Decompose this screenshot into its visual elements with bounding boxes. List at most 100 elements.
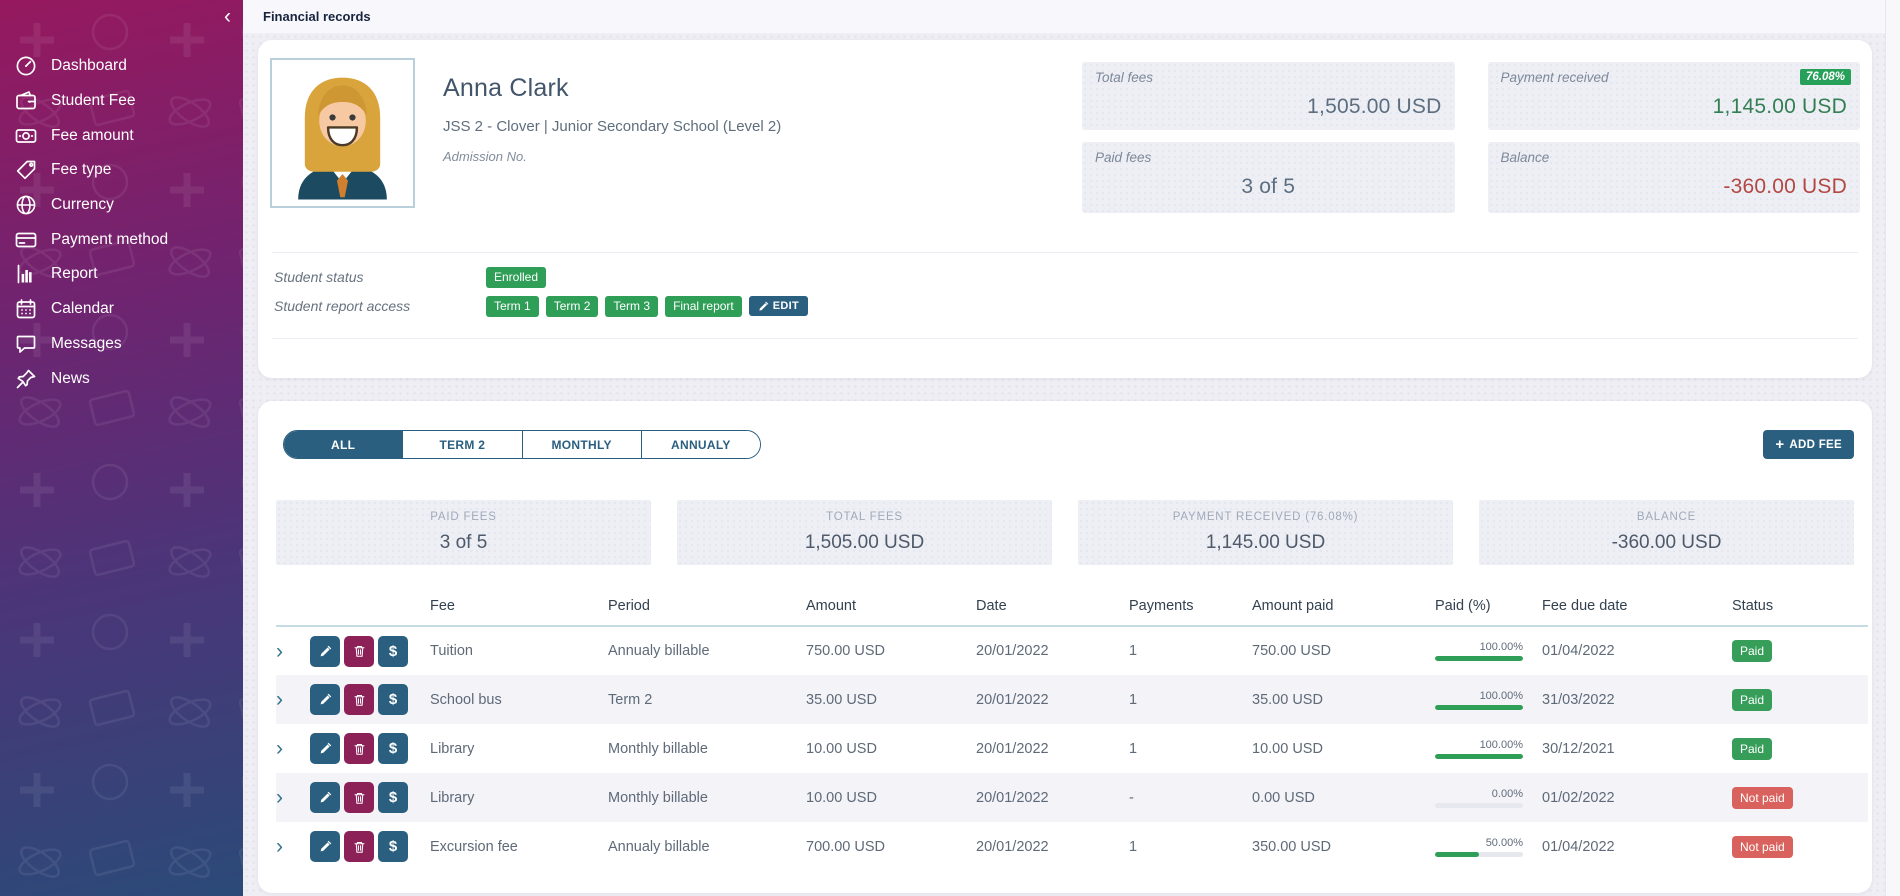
col-payments: Payments (1129, 598, 1252, 626)
table-header-row: Fee Period Amount Date Payments Amount p… (276, 598, 1868, 626)
cell-amount-paid: 750.00 USD (1252, 626, 1417, 675)
sidebar-collapse-button[interactable]: ‹ (224, 6, 231, 27)
sidebar-item-messages[interactable]: Messages (0, 327, 243, 362)
cell-fee-due-date: 01/04/2022 (1542, 626, 1732, 675)
cell-period: Term 2 (608, 675, 806, 724)
sidebar-item-fee-type[interactable]: Fee type (0, 153, 243, 188)
add-fee-button[interactable]: + ADD FEE (1763, 430, 1854, 459)
stat-card-total-fees: TOTAL FEES1,505.00 USD (677, 500, 1052, 565)
total-fees-card: Total fees 1,505.00 USD (1082, 62, 1455, 130)
trash-icon (353, 742, 366, 756)
fee-table-row: › $ Library Monthly billable 10.00 USD 2… (276, 724, 1868, 773)
dollar-icon: $ (389, 643, 397, 660)
payment-button[interactable]: $ (378, 733, 408, 764)
cell-amount: 35.00 USD (806, 675, 976, 724)
sidebar-item-student-fee[interactable]: Student Fee (0, 84, 243, 119)
cell-amount: 10.00 USD (806, 724, 976, 773)
page-title: Financial records (263, 9, 371, 24)
sidebar-item-currency[interactable]: Currency (0, 188, 243, 223)
pencil-icon (319, 791, 332, 804)
divider (272, 338, 1858, 339)
col-fee-due-date: Fee due date (1542, 598, 1732, 626)
calendar-icon (14, 297, 38, 321)
edit-report-access-button[interactable]: EDIT (749, 296, 808, 316)
tab-monthly[interactable]: MONTHLY (522, 431, 641, 458)
cell-fee-due-date: 01/02/2022 (1542, 773, 1732, 822)
fees-table: Fee Period Amount Date Payments Amount p… (276, 598, 1868, 871)
cell-payments: - (1129, 773, 1252, 822)
sidebar-item-label: Currency (51, 196, 114, 214)
paid-percent-label: 50.00% (1417, 837, 1523, 849)
stat-card-payment-received-76-08-: PAYMENT RECEIVED (76.08%)1,145.00 USD (1078, 500, 1453, 565)
stat-card-balance: BALANCE-360.00 USD (1479, 500, 1854, 565)
paid-percent-label: 100.00% (1417, 690, 1523, 702)
payment-button[interactable]: $ (378, 782, 408, 813)
edit-fee-button[interactable] (310, 831, 340, 862)
cell-amount-paid: 350.00 USD (1252, 822, 1417, 871)
row-expand-chevron-icon[interactable]: › (276, 787, 283, 808)
money-icon (14, 124, 38, 148)
total-fees-label: Total fees (1095, 70, 1442, 85)
sidebar-item-dashboard[interactable]: Dashboard (0, 49, 243, 84)
cell-date: 20/01/2022 (976, 724, 1129, 773)
tab-term-2[interactable]: TERM 2 (402, 431, 521, 458)
delete-fee-button[interactable] (344, 782, 374, 813)
paid-fees-value: 3 of 5 (1095, 175, 1442, 199)
cell-fee: Library (430, 724, 608, 773)
fee-summary-grid: Total fees 1,505.00 USD Payment received… (1082, 62, 1860, 252)
tab-all[interactable]: ALL (284, 431, 402, 458)
report-access-label: Student report access (274, 298, 486, 314)
pencil-icon (758, 301, 769, 312)
sidebar-item-calendar[interactable]: Calendar (0, 292, 243, 327)
paid-fees-label: Paid fees (1095, 150, 1442, 165)
delete-fee-button[interactable] (344, 684, 374, 715)
dollar-icon: $ (389, 740, 397, 757)
total-fees-value: 1,505.00 USD (1095, 95, 1442, 119)
report-access-badge-term-1: Term 1 (486, 296, 539, 317)
cell-date: 20/01/2022 (976, 773, 1129, 822)
cell-period: Monthly billable (608, 724, 806, 773)
cell-payments: 1 (1129, 724, 1252, 773)
trash-icon (353, 840, 366, 854)
fee-table-row: › $ Tuition Annualy billable 750.00 USD … (276, 626, 1868, 675)
edit-fee-button[interactable] (310, 782, 340, 813)
cell-date: 20/01/2022 (976, 626, 1129, 675)
top-header-bar: Financial records (243, 0, 1900, 33)
payment-button[interactable]: $ (378, 684, 408, 715)
payment-button[interactable]: $ (378, 636, 408, 667)
status-badge: Paid (1732, 640, 1772, 662)
paid-progress-bar (1435, 852, 1523, 857)
cell-fee: Tuition (430, 626, 608, 675)
delete-fee-button[interactable] (344, 733, 374, 764)
tab-annualy[interactable]: ANNUALY (641, 431, 760, 458)
scrollbar-track[interactable] (1885, 0, 1900, 896)
sidebar-item-news[interactable]: News (0, 361, 243, 396)
row-expand-chevron-icon[interactable]: › (276, 689, 283, 710)
sidebar-item-report[interactable]: Report (0, 257, 243, 292)
sidebar-item-label: Calendar (51, 300, 114, 318)
sidebar-item-payment-method[interactable]: Payment method (0, 222, 243, 257)
delete-fee-button[interactable] (344, 831, 374, 862)
payment-button[interactable]: $ (378, 831, 408, 862)
col-status: Status (1732, 598, 1868, 626)
edit-fee-button[interactable] (310, 684, 340, 715)
col-date: Date (976, 598, 1129, 626)
paid-percent-label: 0.00% (1417, 788, 1523, 800)
edit-fee-button[interactable] (310, 733, 340, 764)
row-expand-chevron-icon[interactable]: › (276, 738, 283, 759)
fee-table-row: › $ School bus Term 2 35.00 USD 20/01/20… (276, 675, 1868, 724)
row-expand-chevron-icon[interactable]: › (276, 836, 283, 857)
paid-percent-label: 100.00% (1417, 641, 1523, 653)
wallet-icon (14, 89, 38, 113)
delete-fee-button[interactable] (344, 636, 374, 667)
student-class-info: JSS 2 - Clover | Junior Secondary School… (443, 118, 781, 135)
cell-fee: Excursion fee (430, 822, 608, 871)
edit-fee-button[interactable] (310, 636, 340, 667)
cell-amount: 700.00 USD (806, 822, 976, 871)
status-badge: Paid (1732, 738, 1772, 760)
sidebar-item-fee-amount[interactable]: Fee amount (0, 118, 243, 153)
row-expand-chevron-icon[interactable]: › (276, 641, 283, 662)
cell-amount: 750.00 USD (806, 626, 976, 675)
dollar-icon: $ (389, 691, 397, 708)
cell-period: Monthly billable (608, 773, 806, 822)
